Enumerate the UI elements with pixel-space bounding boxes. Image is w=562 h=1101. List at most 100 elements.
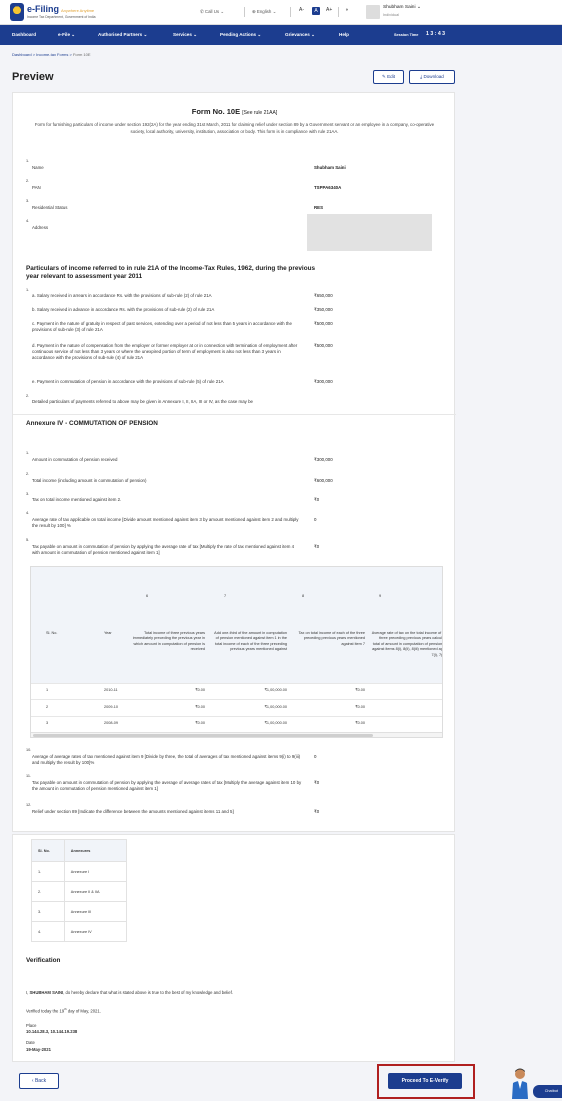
pan-label: PAN — [32, 185, 41, 190]
logo-title: e-Filing — [27, 4, 59, 14]
a4-item2-value: ₹600,000 — [314, 478, 333, 483]
scrollbar-thumb[interactable] — [33, 734, 373, 737]
a4-item1-value: ₹300,000 — [314, 457, 333, 462]
column-header: Sl. No. — [31, 839, 65, 862]
horizontal-scrollbar[interactable] — [31, 732, 442, 737]
a4-item1-label: Amount in commutation of pension receive… — [32, 457, 118, 462]
table-cell: ₹0.00 — [355, 705, 365, 709]
nav-grievances[interactable]: Grievances ⌄ — [285, 32, 315, 38]
table-row: 2. Annexure II & IIA — [31, 881, 128, 902]
item-number: 4. — [26, 511, 30, 515]
language-dropdown[interactable]: ⊕ English ⌄ — [252, 9, 276, 15]
efiling-logo[interactable]: e-Filing Anywhere Anytime Income Tax Depa… — [10, 3, 96, 21]
chevron-down-icon: ⌄ — [71, 32, 76, 37]
col-number: 9 — [379, 594, 382, 598]
particular-e-value: ₹300,000 — [314, 379, 333, 384]
column-header: Tax on total income of each of the three… — [298, 631, 366, 646]
font-normal-button[interactable]: A — [312, 7, 320, 15]
chevron-down-icon: ⌄ — [143, 32, 148, 37]
particular-d-label: d. Payment in the nature of compensation… — [32, 343, 298, 360]
table-cell: 1 — [46, 688, 49, 692]
verification-heading: Verification — [26, 957, 61, 964]
form-description: Form for furnishing particulars of incom… — [34, 122, 435, 134]
phone-icon: ✆ — [200, 9, 204, 14]
divider — [244, 7, 245, 17]
divider — [338, 7, 339, 17]
table-cell: 2010-11 — [104, 688, 118, 692]
a4-item4-label: Average rate of tax applicable on total … — [32, 517, 299, 528]
nav-pending-actions[interactable]: Pending Actions ⌄ — [220, 32, 261, 38]
nav-help[interactable]: Help — [339, 32, 349, 37]
item2-label: Detailed particulars of payments referre… — [32, 399, 253, 404]
download-button[interactable]: ⤓ Download — [409, 70, 455, 84]
date-label: Date — [26, 1040, 35, 1045]
user-menu[interactable]: Shubham Saini ⌄ — [383, 5, 421, 10]
table-row: 4. Annexure IV — [31, 921, 128, 942]
a4-item12-label: Relief under section 89 [Indicate the di… — [32, 809, 234, 814]
table-cell: 2. — [31, 881, 65, 902]
a4-item5-label: Tax payable on amount in commutation of … — [32, 544, 295, 555]
user-name: Shubham Saini — [383, 5, 416, 10]
contrast-icon[interactable]: ◑ — [345, 7, 348, 13]
declaration-suffix: , do hereby declare that what is stated … — [63, 990, 233, 995]
commutation-table[interactable]: 6 7 8 9 Sl. No. Year Total income of thr… — [30, 566, 443, 738]
table-cell: ₹0.00 — [195, 688, 205, 692]
breadcrumb-dashboard[interactable]: Dashboard — [12, 52, 32, 57]
pencil-icon: ✎ — [381, 74, 386, 79]
proceed-to-everify-button[interactable]: Proceed To E-Verify — [388, 1073, 462, 1089]
nav-services[interactable]: Services ⌄ — [173, 32, 197, 38]
avatar[interactable] — [366, 5, 380, 19]
session-timer: 1 3 : 4 3 — [426, 31, 446, 37]
download-label: Download — [423, 74, 444, 79]
edit-button[interactable]: ✎ Edit — [373, 70, 404, 84]
chatbot-avatar-icon — [512, 1068, 528, 1099]
form-title: Form No. 10E [See rule 21AA] — [13, 107, 456, 116]
nav-dashboard[interactable]: Dashboard — [12, 32, 36, 37]
place-label: Place — [26, 1023, 37, 1028]
table-cell: Annexure IV — [63, 921, 128, 942]
session-time-label: Session Time — [394, 33, 419, 37]
item-number: 2. — [26, 394, 30, 398]
a4-item3-value: ₹0 — [314, 497, 320, 502]
top-bar: e-Filing Anywhere Anytime Income Tax Depa… — [0, 0, 562, 25]
breadcrumb: Dashboard > Income-tax Forms > Form 10E — [12, 52, 91, 57]
row-divider — [31, 683, 442, 684]
back-button[interactable]: ‹ Back — [19, 1073, 59, 1089]
breadcrumb-current: Form 10E — [72, 52, 91, 57]
chatbot-launcher[interactable]: Chatbot — [505, 1065, 562, 1101]
breadcrumb-income-tax-forms[interactable]: Income-tax Forms — [36, 52, 68, 57]
font-increase-button[interactable]: A+ — [326, 7, 332, 13]
item-number: 10. — [26, 748, 32, 752]
chevron-down-icon: ⌄ — [416, 5, 421, 10]
chevron-down-icon: ⌄ — [257, 32, 262, 37]
nav-authorised-partners[interactable]: Authorised Partners ⌄ — [98, 32, 147, 38]
chevron-left-icon: ‹ — [31, 1078, 34, 1084]
declarant-name: SHUBHAM SAINI — [29, 990, 64, 995]
a4-item4-value: 0 — [314, 517, 317, 522]
residential-status-label: Residential Status — [32, 205, 68, 210]
verification-card: Sl. No. Annexures 1. Annexure I 2. Annex… — [12, 834, 455, 1062]
particular-d-value: ₹500,000 — [314, 343, 333, 348]
chatbot-label: Chatbot — [533, 1085, 562, 1098]
verified-suffix: day of May, 2021. — [66, 1008, 101, 1014]
table-cell: ₹0.00 — [355, 721, 365, 725]
table-cell: ₹1,00,000.00 — [264, 721, 287, 725]
column-header: Sl. No. — [46, 631, 58, 635]
item-number: 3. — [26, 199, 30, 203]
globe-icon: ⊕ — [252, 9, 256, 14]
address-value — [307, 214, 432, 251]
logo-tagline: Income Tax Department, Government of Ind… — [27, 15, 96, 19]
chevron-down-icon: ⌄ — [272, 9, 277, 14]
table-header-bg — [31, 567, 442, 683]
section-divider — [13, 414, 456, 415]
table-cell: 1. — [31, 861, 65, 882]
nav-efile[interactable]: e-File ⌄ — [58, 32, 75, 38]
item-number: 5. — [26, 538, 30, 542]
font-decrease-button[interactable]: A- — [299, 7, 304, 13]
column-header: Total income of three previous years imm… — [132, 631, 205, 652]
table-cell: ₹1,00,000.00 — [264, 688, 287, 692]
page-title: Preview — [12, 71, 54, 83]
annexures-table: Sl. No. Annexures 1. Annexure I 2. Annex… — [31, 839, 128, 942]
call-us-dropdown[interactable]: ✆ Call Us ⌄ — [200, 9, 224, 15]
name-label: Name — [32, 165, 44, 170]
